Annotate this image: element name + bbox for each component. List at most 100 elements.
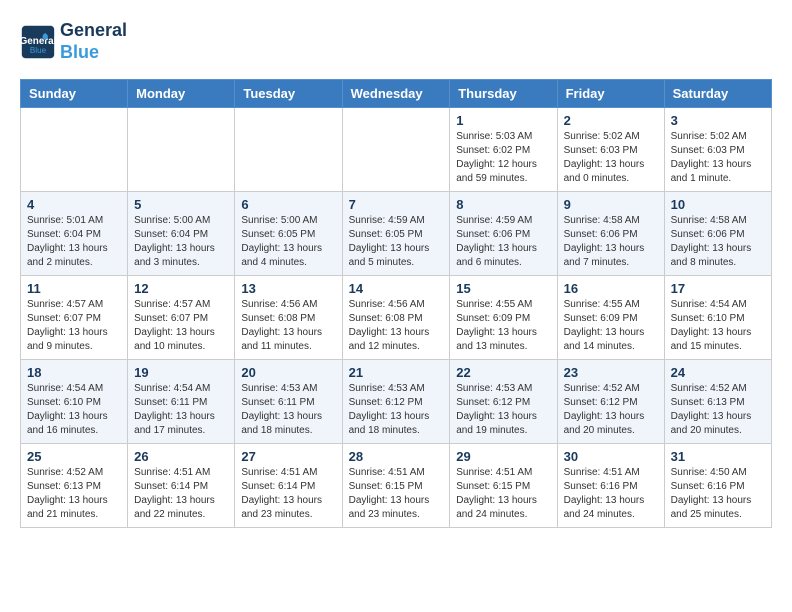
day-number: 21 <box>349 365 444 380</box>
day-number: 23 <box>564 365 658 380</box>
day-content: Sunrise: 4:51 AM Sunset: 6:14 PM Dayligh… <box>134 466 228 522</box>
calendar-cell: 7Sunrise: 4:59 AM Sunset: 6:05 PM Daylig… <box>342 192 450 276</box>
calendar-cell: 1 Sunrise: 5:03 AM Sunset: 6:02 PM Daylig… <box>450 108 557 192</box>
day-content: Sunrise: 4:51 AM Sunset: 6:16 PM Dayligh… <box>564 466 658 522</box>
day-number: 11 <box>27 281 121 296</box>
calendar-cell: 17 Sunrise: 4:54 AM Sunset: 6:10 PM Dayli… <box>664 276 771 360</box>
calendar-cell: 30 Sunrise: 4:51 AM Sunset: 6:16 PM Dayli… <box>557 444 664 528</box>
calendar-cell: 16 Sunrise: 4:55 AM Sunset: 6:09 PM Dayli… <box>557 276 664 360</box>
calendar-week-row: 25 Sunrise: 4:52 AM Sunset: 6:13 PM Dayli… <box>21 444 772 528</box>
svg-text:Blue: Blue <box>30 45 47 54</box>
calendar-cell: 12 Sunrise: 4:57 AM Sunset: 6:07 PM Dayli… <box>128 276 235 360</box>
day-number: 4 <box>27 197 121 212</box>
day-number: 9 <box>564 197 658 212</box>
calendar-cell: 31Sunrise: 4:50 AM Sunset: 6:16 PM Dayli… <box>664 444 771 528</box>
day-content: Sunrise: 5:02 AM Sunset: 6:03 PM Dayligh… <box>564 130 658 186</box>
logo-text: General <box>60 20 127 42</box>
day-number: 1 <box>456 113 550 128</box>
day-number: 30 <box>564 449 658 464</box>
calendar-cell: 26 Sunrise: 4:51 AM Sunset: 6:14 PM Dayli… <box>128 444 235 528</box>
calendar-cell: 11Sunrise: 4:57 AM Sunset: 6:07 PM Dayli… <box>21 276 128 360</box>
day-number: 22 <box>456 365 550 380</box>
day-content: Sunrise: 4:52 AM Sunset: 6:12 PM Dayligh… <box>564 382 658 438</box>
day-number: 20 <box>241 365 335 380</box>
calendar-cell: 9 Sunrise: 4:58 AM Sunset: 6:06 PM Daylig… <box>557 192 664 276</box>
day-content: Sunrise: 5:02 AM Sunset: 6:03 PM Dayligh… <box>671 130 765 186</box>
calendar-cell: 15 Sunrise: 4:55 AM Sunset: 6:09 PM Dayli… <box>450 276 557 360</box>
day-number: 17 <box>671 281 765 296</box>
calendar-cell: 5 Sunrise: 5:00 AM Sunset: 6:04 PM Daylig… <box>128 192 235 276</box>
calendar-cell: 2 Sunrise: 5:02 AM Sunset: 6:03 PM Daylig… <box>557 108 664 192</box>
weekday-header-tuesday: Tuesday <box>235 80 342 108</box>
day-number: 29 <box>456 449 550 464</box>
weekday-header-sunday: Sunday <box>21 80 128 108</box>
day-content: Sunrise: 4:53 AM Sunset: 6:12 PM Dayligh… <box>456 382 550 438</box>
day-number: 26 <box>134 449 228 464</box>
calendar-cell: 20 Sunrise: 4:53 AM Sunset: 6:11 PM Dayli… <box>235 360 342 444</box>
day-content: Sunrise: 4:55 AM Sunset: 6:09 PM Dayligh… <box>456 298 550 354</box>
weekday-header-monday: Monday <box>128 80 235 108</box>
calendar-cell: 13Sunrise: 4:56 AM Sunset: 6:08 PM Dayli… <box>235 276 342 360</box>
day-number: 16 <box>564 281 658 296</box>
calendar-cell: 28 Sunrise: 4:51 AM Sunset: 6:15 PM Dayli… <box>342 444 450 528</box>
day-content: Sunrise: 4:54 AM Sunset: 6:10 PM Dayligh… <box>671 298 765 354</box>
day-number: 5 <box>134 197 228 212</box>
day-number: 27 <box>241 449 335 464</box>
day-number: 14 <box>349 281 444 296</box>
day-content: Sunrise: 5:00 AM Sunset: 6:05 PM Dayligh… <box>241 214 335 270</box>
day-number: 19 <box>134 365 228 380</box>
day-number: 25 <box>27 449 121 464</box>
day-content: Sunrise: 4:57 AM Sunset: 6:07 PM Dayligh… <box>134 298 228 354</box>
calendar-cell: 27 Sunrise: 4:51 AM Sunset: 6:14 PM Dayli… <box>235 444 342 528</box>
calendar-cell: 8 Sunrise: 4:59 AM Sunset: 6:06 PM Daylig… <box>450 192 557 276</box>
day-content: Sunrise: 5:00 AM Sunset: 6:04 PM Dayligh… <box>134 214 228 270</box>
page-header: General Blue General Blue <box>20 20 772 63</box>
day-number: 3 <box>671 113 765 128</box>
calendar-week-row: 18Sunrise: 4:54 AM Sunset: 6:10 PM Dayli… <box>21 360 772 444</box>
day-number: 12 <box>134 281 228 296</box>
calendar-cell <box>128 108 235 192</box>
calendar-cell: 19 Sunrise: 4:54 AM Sunset: 6:11 PM Dayli… <box>128 360 235 444</box>
logo: General Blue General Blue <box>20 20 127 63</box>
weekday-header-row: SundayMondayTuesdayWednesdayThursdayFrid… <box>21 80 772 108</box>
calendar-week-row: 11 Sunrise: 4:57 AM Sunset: 6:07 PM Dayli… <box>21 276 772 360</box>
day-content: Sunrise: 4:51 AM Sunset: 6:14 PM Dayligh… <box>241 466 335 522</box>
day-content: Sunrise: 4:58 AM Sunset: 6:06 PM Dayligh… <box>671 214 765 270</box>
day-number: 15 <box>456 281 550 296</box>
calendar-cell <box>342 108 450 192</box>
calendar-cell <box>235 108 342 192</box>
day-content: Sunrise: 4:53 AM Sunset: 6:11 PM Dayligh… <box>241 382 335 438</box>
day-number: 10 <box>671 197 765 212</box>
weekday-header-friday: Friday <box>557 80 664 108</box>
day-content: Sunrise: 4:51 AM Sunset: 6:15 PM Dayligh… <box>349 466 444 522</box>
day-number: 6 <box>241 197 335 212</box>
logo-icon: General Blue <box>20 24 56 60</box>
day-content: Sunrise: 4:59 AM Sunset: 6:06 PM Dayligh… <box>456 214 550 270</box>
day-number: 24 <box>671 365 765 380</box>
day-number: 2 <box>564 113 658 128</box>
calendar-cell: 10 Sunrise: 4:58 AM Sunset: 6:06 PM Dayli… <box>664 192 771 276</box>
day-number: 8 <box>456 197 550 212</box>
day-number: 7 <box>349 197 444 212</box>
day-content: Sunrise: 5:01 AM Sunset: 6:04 PM Dayligh… <box>27 214 121 270</box>
day-content: Sunrise: 4:56 AM Sunset: 6:08 PM Dayligh… <box>349 298 444 354</box>
calendar-table: SundayMondayTuesdayWednesdayThursdayFrid… <box>20 79 772 528</box>
calendar-week-row: 1 Sunrise: 5:03 AM Sunset: 6:02 PM Daylig… <box>21 108 772 192</box>
day-content: Sunrise: 4:58 AM Sunset: 6:06 PM Dayligh… <box>564 214 658 270</box>
day-number: 18 <box>27 365 121 380</box>
calendar-cell: 14 Sunrise: 4:56 AM Sunset: 6:08 PM Dayli… <box>342 276 450 360</box>
calendar-cell: 4 Sunrise: 5:01 AM Sunset: 6:04 PM Daylig… <box>21 192 128 276</box>
day-content: Sunrise: 4:53 AM Sunset: 6:12 PM Dayligh… <box>349 382 444 438</box>
day-number: 31 <box>671 449 765 464</box>
day-content: Sunrise: 4:54 AM Sunset: 6:11 PM Dayligh… <box>134 382 228 438</box>
day-content: Sunrise: 4:55 AM Sunset: 6:09 PM Dayligh… <box>564 298 658 354</box>
calendar-cell: 21 Sunrise: 4:53 AM Sunset: 6:12 PM Dayli… <box>342 360 450 444</box>
day-content: Sunrise: 4:52 AM Sunset: 6:13 PM Dayligh… <box>27 466 121 522</box>
day-content: Sunrise: 4:56 AM Sunset: 6:08 PM Dayligh… <box>241 298 335 354</box>
calendar-cell: 29Sunrise: 4:51 AM Sunset: 6:15 PM Dayli… <box>450 444 557 528</box>
day-content: Sunrise: 5:03 AM Sunset: 6:02 PM Dayligh… <box>456 130 550 186</box>
calendar-week-row: 4 Sunrise: 5:01 AM Sunset: 6:04 PM Daylig… <box>21 192 772 276</box>
day-number: 28 <box>349 449 444 464</box>
weekday-header-saturday: Saturday <box>664 80 771 108</box>
calendar-cell <box>21 108 128 192</box>
